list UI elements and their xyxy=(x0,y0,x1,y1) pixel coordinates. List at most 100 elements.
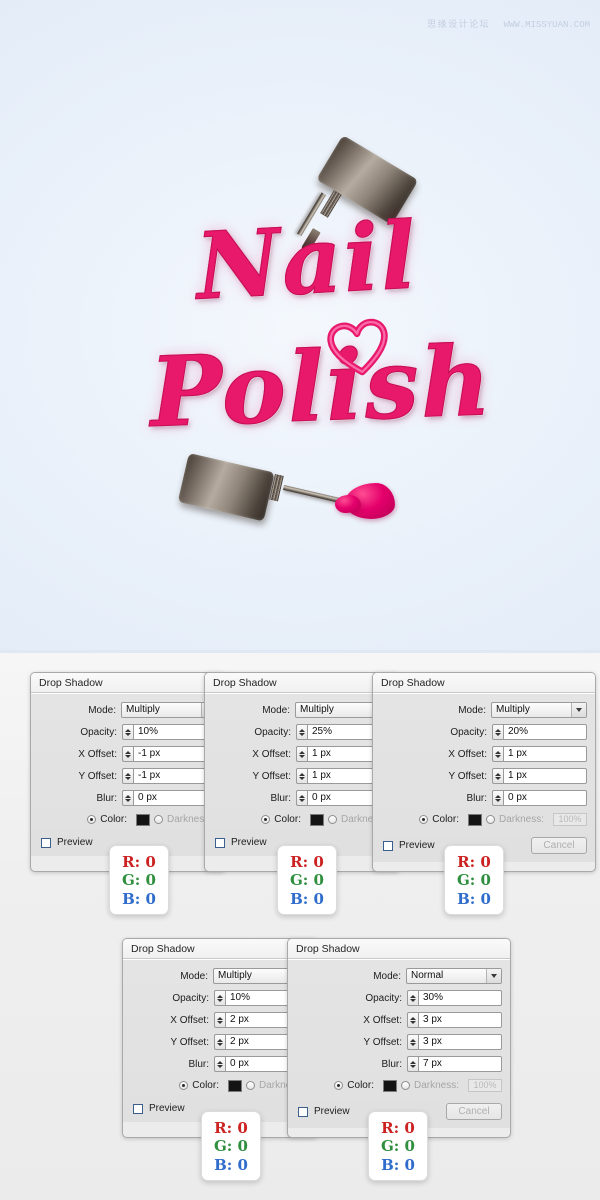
mode-label: Mode: xyxy=(180,970,208,982)
preview-checkbox[interactable] xyxy=(383,840,393,851)
spinner-arrows-icon[interactable] xyxy=(296,790,307,806)
darkness-radio[interactable] xyxy=(327,815,337,824)
spinner-arrows-icon[interactable] xyxy=(122,724,133,740)
darkness-radio[interactable] xyxy=(245,1081,255,1090)
mode-value: Multiply xyxy=(300,704,334,715)
color-radio[interactable] xyxy=(261,815,271,824)
y-offset-input[interactable]: 3 px xyxy=(418,1034,502,1050)
blur-row: Blur: 0 px xyxy=(213,790,391,806)
color-label: Color: xyxy=(274,814,301,825)
cancel-button[interactable]: Cancel xyxy=(446,1103,502,1120)
rgb-tooltip-1: R: 0 G: 0 B: 0 xyxy=(109,845,169,915)
drop-shadow-dialog-2[interactable]: Drop Shadow Mode: Multiply Opacity: 25% … xyxy=(204,672,400,872)
opacity-stepper[interactable]: 20% xyxy=(492,724,587,740)
headline-polish: Polish xyxy=(148,324,495,450)
spinner-arrows-icon[interactable] xyxy=(214,1056,225,1072)
x-offset-label: X Offset: xyxy=(170,1014,209,1026)
x-offset-input[interactable]: 3 px xyxy=(418,1012,502,1028)
mode-row: Mode: Multiply xyxy=(213,702,391,718)
drop-shadow-dialog-1[interactable]: Drop Shadow Mode: Multiply Opacity: 10% … xyxy=(30,672,226,872)
darkness-label: Darkness: xyxy=(413,1080,459,1091)
spinner-arrows-icon[interactable] xyxy=(492,790,503,806)
blur-input[interactable]: 0 px xyxy=(503,790,587,806)
rgb-g-value: G: 0 xyxy=(456,871,491,890)
x-offset-stepper[interactable]: 3 px xyxy=(407,1012,502,1028)
y-offset-input[interactable]: 1 px xyxy=(503,768,587,784)
y-offset-row: Y Offset: 1 px xyxy=(213,768,391,784)
y-offset-stepper[interactable]: 1 px xyxy=(492,768,587,784)
cancel-button[interactable]: Cancel xyxy=(531,837,587,854)
mode-select[interactable]: Multiply xyxy=(121,702,217,718)
color-swatch[interactable] xyxy=(309,813,324,826)
spinner-arrows-icon[interactable] xyxy=(122,746,133,762)
darkness-label: Darkness: xyxy=(498,814,544,825)
color-radio[interactable] xyxy=(87,815,97,824)
y-offset-stepper[interactable]: 3 px xyxy=(407,1034,502,1050)
preview-label: Preview xyxy=(314,1106,350,1117)
opacity-stepper[interactable]: 30% xyxy=(407,990,502,1006)
mode-value: Multiply xyxy=(496,704,530,715)
mode-select[interactable]: Multiply xyxy=(491,702,587,718)
blur-stepper[interactable]: 0 px xyxy=(492,790,587,806)
dialog-title: Drop Shadow xyxy=(373,673,595,693)
color-swatch[interactable] xyxy=(135,813,150,826)
blur-stepper[interactable]: 0 px xyxy=(122,790,217,806)
opacity-label: Opacity: xyxy=(450,726,487,738)
mode-select[interactable]: Normal xyxy=(406,968,502,984)
mode-label: Mode: xyxy=(373,970,401,982)
chevron-down-icon[interactable] xyxy=(571,703,586,717)
spinner-arrows-icon[interactable] xyxy=(214,1012,225,1028)
color-swatch[interactable] xyxy=(382,1079,397,1092)
spinner-arrows-icon[interactable] xyxy=(296,768,307,784)
spinner-arrows-icon[interactable] xyxy=(122,768,133,784)
spinner-arrows-icon[interactable] xyxy=(214,990,225,1006)
spinner-arrows-icon[interactable] xyxy=(407,1012,418,1028)
x-offset-stepper[interactable]: 1 px xyxy=(492,746,587,762)
opacity-input[interactable]: 30% xyxy=(418,990,502,1006)
darkness-radio[interactable] xyxy=(400,1081,410,1090)
opacity-label: Opacity: xyxy=(172,992,209,1004)
preview-checkbox[interactable] xyxy=(133,1103,143,1114)
opacity-input[interactable]: 20% xyxy=(503,724,587,740)
drop-shadow-dialog-3[interactable]: Drop Shadow Mode: Multiply Opacity: 20% … xyxy=(372,672,596,872)
drop-shadow-dialog-board: Drop Shadow Mode: Multiply Opacity: 10% … xyxy=(0,653,600,1200)
spinner-arrows-icon[interactable] xyxy=(407,990,418,1006)
color-radio[interactable] xyxy=(419,815,429,824)
spinner-arrows-icon[interactable] xyxy=(407,1056,418,1072)
color-swatch[interactable] xyxy=(467,813,482,826)
spinner-arrows-icon[interactable] xyxy=(214,1034,225,1050)
blur-row: Blur: 7 px xyxy=(296,1056,502,1072)
color-swatch[interactable] xyxy=(227,1079,242,1092)
opacity-stepper[interactable]: 10% xyxy=(122,724,217,740)
color-radio[interactable] xyxy=(179,1081,189,1090)
spinner-arrows-icon[interactable] xyxy=(492,746,503,762)
x-offset-stepper[interactable]: -1 px xyxy=(122,746,217,762)
y-offset-label: Y Offset: xyxy=(170,1036,209,1048)
spinner-arrows-icon[interactable] xyxy=(492,724,503,740)
spinner-arrows-icon[interactable] xyxy=(296,746,307,762)
blur-stepper[interactable]: 7 px xyxy=(407,1056,502,1072)
spinner-arrows-icon[interactable] xyxy=(492,768,503,784)
drop-shadow-dialog-5[interactable]: Drop Shadow Mode: Normal Opacity: 30% X … xyxy=(287,938,511,1138)
darkness-radio[interactable] xyxy=(485,815,495,824)
preview-checkbox[interactable] xyxy=(298,1106,308,1117)
y-offset-row: Y Offset: 3 px xyxy=(296,1034,502,1050)
x-offset-row: X Offset: 1 px xyxy=(213,746,391,762)
spinner-arrows-icon[interactable] xyxy=(296,724,307,740)
darkness-input[interactable]: 100% xyxy=(553,813,587,826)
color-radio[interactable] xyxy=(334,1081,344,1090)
rgb-b-value: B: 0 xyxy=(381,1155,415,1174)
x-offset-row: X Offset: 1 px xyxy=(381,746,587,762)
darkness-input[interactable]: 100% xyxy=(468,1079,502,1092)
spinner-arrows-icon[interactable] xyxy=(407,1034,418,1050)
preview-checkbox[interactable] xyxy=(215,837,225,848)
chevron-down-icon[interactable] xyxy=(486,969,501,983)
darkness-radio[interactable] xyxy=(153,815,163,824)
preview-label: Preview xyxy=(149,1103,185,1114)
y-offset-stepper[interactable]: -1 px xyxy=(122,768,217,784)
spinner-arrows-icon[interactable] xyxy=(122,790,133,806)
preview-checkbox[interactable] xyxy=(41,837,51,848)
x-offset-input[interactable]: 1 px xyxy=(503,746,587,762)
rgb-tooltip-2: R: 0 G: 0 B: 0 xyxy=(277,845,337,915)
blur-input[interactable]: 7 px xyxy=(418,1056,502,1072)
